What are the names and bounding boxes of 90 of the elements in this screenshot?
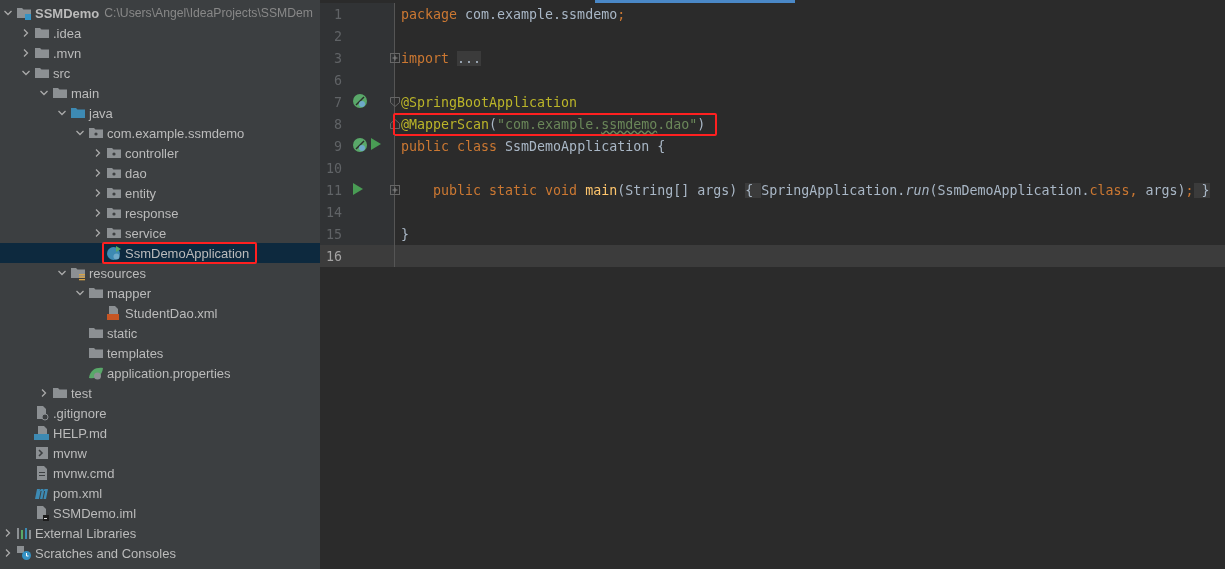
- tree-item-label[interactable]: mvnw: [53, 445, 87, 461]
- folder-icon: [88, 325, 104, 341]
- chevron-right-icon[interactable]: [93, 208, 103, 218]
- tree-item-label[interactable]: mvnw.cmd: [53, 465, 115, 481]
- tree-item-label[interactable]: service: [125, 225, 167, 241]
- libraries-icon: [16, 525, 32, 541]
- chevron-right-icon[interactable]: [93, 168, 103, 178]
- code-line: public class SsmDemoApplication {: [401, 138, 666, 154]
- tree-item-label[interactable]: Scratches and Consoles: [35, 545, 176, 561]
- code-line: @SpringBootApplication: [401, 94, 578, 110]
- folder-icon: [88, 345, 104, 361]
- bean-icon[interactable]: [352, 136, 368, 153]
- xml-file-icon: [106, 305, 122, 321]
- folder-icon: [34, 45, 50, 61]
- leaf-icon: [88, 365, 104, 381]
- tree-item-label[interactable]: entity: [125, 185, 157, 201]
- tree-item-label[interactable]: HELP.md: [53, 425, 107, 441]
- tree-item-label[interactable]: mapper: [107, 285, 152, 301]
- chevron-right-icon[interactable]: [93, 228, 103, 238]
- tree-item-label[interactable]: pom.xml: [53, 485, 103, 501]
- fold-end-icon[interactable]: [390, 119, 400, 129]
- module-file-icon: [34, 505, 50, 521]
- tree-item-label[interactable]: .mvn: [53, 45, 82, 61]
- chevron-down-icon[interactable]: [57, 108, 67, 118]
- package-icon: [106, 225, 122, 241]
- tree-item-label[interactable]: test: [71, 385, 92, 401]
- chevron-right-icon[interactable]: [3, 548, 13, 558]
- module-folder-icon: [16, 5, 32, 21]
- package-icon: [88, 125, 104, 141]
- chevron-right-icon[interactable]: [39, 388, 49, 398]
- package-icon: [106, 205, 122, 221]
- selected-row[interactable]: SsmDemoApplication: [0, 243, 320, 263]
- bean-icon[interactable]: [352, 92, 368, 109]
- fold-start-icon[interactable]: [390, 97, 400, 107]
- code-line: public static void main(String[] args) { SpringApplication.run(SsmDemoApplication.class, args); }: [432, 182, 1210, 198]
- expand-fold-icon[interactable]: [390, 53, 400, 63]
- tree-item-label[interactable]: main: [71, 85, 100, 101]
- chevron-right-icon[interactable]: [93, 188, 103, 198]
- package-icon: [106, 185, 122, 201]
- chevron-down-icon[interactable]: [39, 88, 49, 98]
- tree-item-label[interactable]: SSMDemo.iml: [53, 505, 137, 521]
- ignore-file-icon: [34, 405, 50, 421]
- code-line: import ...: [401, 50, 482, 66]
- chevron-down-icon[interactable]: [21, 68, 31, 78]
- tree-item-label[interactable]: src: [53, 65, 71, 81]
- chevron-down-icon[interactable]: [75, 288, 85, 298]
- package-icon: [106, 145, 122, 161]
- code-line: package com.example.ssmdemo;: [401, 6, 626, 22]
- tree-item-label[interactable]: com.example.ssmdemo: [107, 125, 245, 141]
- folder-icon: [52, 85, 68, 101]
- run-icon[interactable]: [370, 136, 382, 151]
- script-file-icon: [34, 445, 50, 461]
- chevron-down-icon[interactable]: [3, 8, 13, 18]
- folder-icon: [34, 25, 50, 41]
- tree-item-label[interactable]: External Libraries: [35, 525, 137, 541]
- code-line: }: [401, 226, 409, 242]
- chevron-right-icon[interactable]: [21, 28, 31, 38]
- tree-item-label[interactable]: response: [125, 205, 179, 221]
- line-number: 16: [325, 248, 342, 264]
- tree-item-label[interactable]: templates: [107, 345, 164, 361]
- markdown-file-icon: [34, 425, 50, 441]
- tree-item-label[interactable]: StudentDao.xml: [125, 305, 218, 321]
- code-line: @MapperScan("com.example.ssmdemo.dao"): [401, 116, 706, 132]
- tree-item-label[interactable]: SSMDemo: [35, 5, 100, 21]
- tree-item-label[interactable]: controller: [125, 145, 179, 161]
- tree-item-label[interactable]: static: [107, 325, 138, 341]
- class-icon: [106, 245, 122, 261]
- chevron-right-icon[interactable]: [21, 48, 31, 58]
- chevron-right-icon[interactable]: [3, 528, 13, 538]
- folder-icon: [88, 285, 104, 301]
- tree-item-label[interactable]: application.properties: [107, 365, 231, 381]
- scratches-icon: [16, 545, 32, 561]
- folder-icon: [52, 385, 68, 401]
- run-icon[interactable]: [352, 181, 364, 196]
- folder-icon: [70, 105, 86, 121]
- tree-item-label[interactable]: resources: [89, 265, 147, 281]
- package-icon: [106, 165, 122, 181]
- tree-item-label[interactable]: .idea: [53, 25, 82, 41]
- chevron-down-icon[interactable]: [57, 268, 67, 278]
- tree-item-label[interactable]: dao: [125, 165, 147, 181]
- tree-item-label[interactable]: .gitignore: [53, 405, 107, 421]
- tree-item-label[interactable]: SsmDemoApplication: [125, 245, 250, 261]
- project-path: C:\Users\Angel\IdeaProjects\SSMDem: [104, 6, 313, 20]
- resources-folder-icon: [70, 265, 86, 281]
- chevron-down-icon[interactable]: [75, 128, 85, 138]
- folder-icon: [34, 65, 50, 81]
- expand-fold-icon[interactable]: [390, 185, 400, 195]
- tree-item-label[interactable]: java: [89, 105, 113, 121]
- chevron-right-icon[interactable]: [93, 148, 103, 158]
- text-file-icon: [34, 465, 50, 481]
